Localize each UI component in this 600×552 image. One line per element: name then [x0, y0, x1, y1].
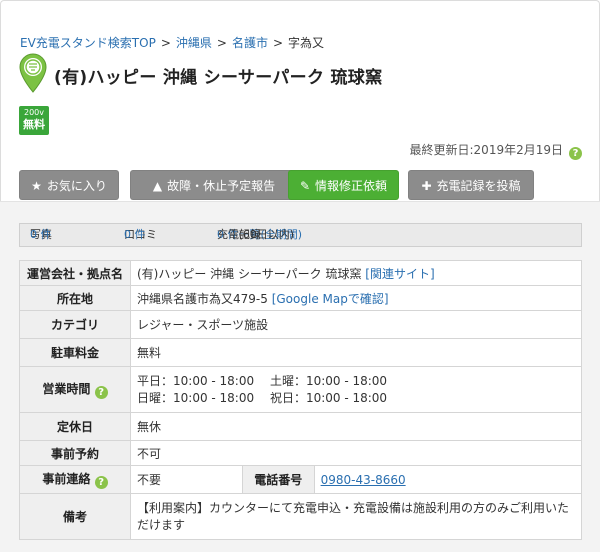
last-updated-text: 最終更新日:2019年2月19日	[409, 143, 564, 157]
report-issue-button[interactable]: ▲ 故障・休止予定報告	[130, 170, 298, 200]
breadcrumb-prefecture[interactable]: 沖縄県	[176, 36, 212, 50]
parking-label: 駐車料金	[19, 338, 131, 367]
breadcrumb-separator: >	[160, 36, 171, 50]
address-value: 沖縄県名護市為又479-5	[137, 291, 268, 306]
info-row-contact: 事前連絡 ? 不要 電話番号 0980-43-8660	[19, 465, 583, 494]
breadcrumb-city[interactable]: 名護市	[232, 36, 268, 50]
breadcrumb-current: 字為又	[288, 36, 325, 50]
hours-line-2: 日曜：10:00 - 18:00 祝日：10:00 - 18:00	[137, 390, 388, 405]
reservation-value: 不可	[130, 440, 582, 466]
info-row-reservation: 事前予約 不可	[19, 440, 582, 466]
info-row-closed: 定休日 無休	[19, 412, 582, 441]
hours-line-1: 平日：10:00 - 18:00 土曜：10:00 - 18:00	[137, 373, 388, 388]
closed-label: 定休日	[19, 412, 131, 441]
badge-voltage: 200v	[23, 108, 44, 117]
category-label: カテゴリ	[19, 310, 131, 339]
operator-value: (有)ハッピー 沖縄 シーサーパーク 琉球窯	[137, 266, 362, 281]
address-label: 所在地	[19, 285, 131, 311]
badge-text: 無料	[23, 118, 45, 131]
hours-header: 営業時間 ?	[19, 366, 131, 413]
breadcrumb-separator: >	[272, 36, 284, 50]
parking-value: 無料	[130, 338, 582, 367]
counts-bar: 写真 0 件 口コミ 0 件 充電記録 0 件 (60日以内) 一覧(全期間)	[19, 223, 582, 247]
google-map-link[interactable]: [Google Mapで確認]	[272, 292, 389, 306]
post-record-button[interactable]: ✚ 充電記録を投稿	[408, 170, 534, 200]
edit-request-button[interactable]: ✎ 情報修正依頼	[288, 170, 399, 200]
address-cell: 沖縄県名護市為又479-5 [Google Mapで確認]	[130, 285, 582, 311]
operator-label: 運営会社・拠点名	[19, 260, 131, 286]
info-row-category: カテゴリ レジャー・スポーツ施設	[19, 310, 582, 339]
phone-label: 電話番号	[241, 465, 315, 494]
phone-link[interactable]: 0980-43-8660	[321, 473, 406, 487]
info-row-address: 所在地 沖縄県名護市為又479-5 [Google Mapで確認]	[19, 285, 582, 311]
info-row-operator: 運営会社・拠点名 (有)ハッピー 沖縄 シーサーパーク 琉球窯 [関連サイト]	[19, 260, 582, 286]
warning-icon: ▲	[152, 179, 163, 193]
contact-label: 事前連絡	[42, 472, 91, 486]
notes-label: 備考	[19, 493, 131, 540]
reservation-label: 事前予約	[19, 440, 131, 466]
help-icon[interactable]: ?	[94, 476, 108, 489]
pencil-icon: ✎	[299, 179, 311, 193]
plug-icon: ✚	[421, 179, 432, 193]
notes-value: 【利用案内】カウンターにて充電申込・充電設備は施設利用の方のみご利用いただけます	[130, 493, 582, 540]
help-icon[interactable]: ?	[94, 386, 108, 399]
closed-value: 無休	[130, 412, 582, 441]
related-site-link[interactable]: [関連サイト]	[365, 267, 434, 281]
hours-cell: 平日：10:00 - 18:00 土曜：10:00 - 18:00 日曜：10:…	[130, 366, 582, 413]
charge-record-count: 充電記録 0 件 (60日以内) 一覧(全期間)	[217, 228, 303, 241]
contact-header: 事前連絡 ?	[19, 465, 131, 494]
star-icon: ★	[31, 179, 42, 193]
edit-label: 情報修正依頼	[315, 179, 388, 193]
category-value: レジャー・スポーツ施設	[130, 310, 582, 339]
station-info-table: 運営会社・拠点名 (有)ハッピー 沖縄 シーサーパーク 琉球窯 [関連サイト] …	[19, 260, 583, 540]
phone-cell: 0980-43-8660	[313, 465, 583, 494]
charger-pin-icon	[19, 53, 47, 93]
page-title: (有)ハッピー 沖縄 シーサーパーク 琉球窯	[54, 68, 383, 88]
contact-value: 不要	[130, 465, 243, 494]
last-updated: 最終更新日:2019年2月19日?	[409, 141, 582, 160]
help-icon[interactable]: ?	[569, 147, 582, 160]
post-label: 充電記録を投稿	[436, 179, 521, 193]
breadcrumb: EV充電スタンド検索TOP > 沖縄県 > 名護市 > 字為又	[20, 34, 324, 51]
favorite-label: お気に入り	[46, 179, 107, 193]
operator-cell: (有)ハッピー 沖縄 シーサーパーク 琉球窯 [関連サイト]	[130, 260, 582, 286]
free-charging-badge: 200v 無料	[19, 106, 49, 135]
info-row-notes: 備考 【利用案内】カウンターにて充電申込・充電設備は施設利用の方のみご利用いただ…	[19, 493, 582, 540]
hours-label: 営業時間	[42, 382, 91, 396]
breadcrumb-top[interactable]: EV充電スタンド検索TOP	[20, 36, 156, 50]
favorite-button[interactable]: ★ お気に入り	[19, 170, 119, 200]
info-row-hours: 営業時間 ? 平日：10:00 - 18:00 土曜：10:00 - 18:00…	[19, 366, 582, 413]
info-row-parking: 駐車料金 無料	[19, 338, 582, 367]
breadcrumb-separator: >	[216, 36, 227, 50]
report-label: 故障・休止予定報告	[167, 179, 276, 193]
